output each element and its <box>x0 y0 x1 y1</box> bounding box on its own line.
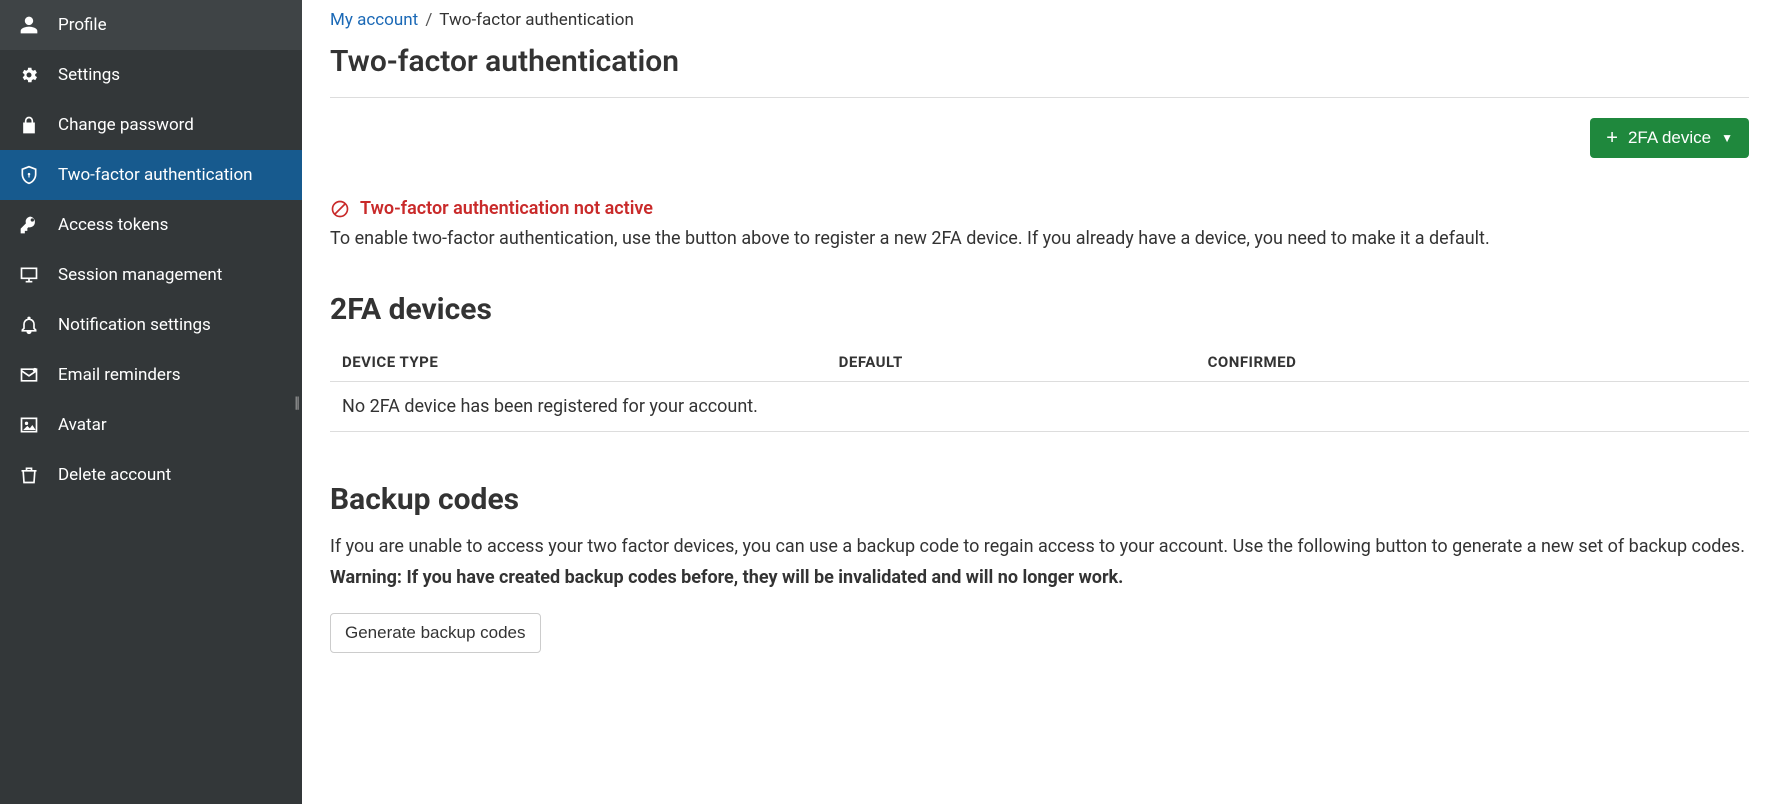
prohibit-icon <box>330 199 350 219</box>
empty-message: No 2FA device has been registered for yo… <box>330 382 1749 432</box>
devices-table: DEVICE TYPE DEFAULT CONFIRMED No 2FA dev… <box>330 343 1749 432</box>
monitor-icon <box>18 264 40 286</box>
sidebar-item-settings[interactable]: Settings <box>0 50 302 100</box>
shield-icon <box>18 164 40 186</box>
sidebar-item-label: Email reminders <box>58 365 181 385</box>
backup-warning: Warning: If you have created backup code… <box>330 564 1749 593</box>
alert-title: Two-factor authentication not active <box>330 198 1749 219</box>
sidebar-item-label: Notification settings <box>58 315 211 335</box>
sidebar-item-label: Change password <box>58 115 194 135</box>
sidebar: Profile Settings Change password Two-fac… <box>0 0 302 804</box>
alert-title-text: Two-factor authentication not active <box>360 198 653 219</box>
col-device-type: DEVICE TYPE <box>330 343 827 382</box>
sidebar-item-profile[interactable]: Profile <box>0 0 302 50</box>
table-row-empty: No 2FA device has been registered for yo… <box>330 382 1749 432</box>
sidebar-item-change-password[interactable]: Change password <box>0 100 302 150</box>
divider <box>330 97 1749 98</box>
sidebar-item-label: Delete account <box>58 465 171 485</box>
sidebar-item-label: Profile <box>58 15 107 35</box>
col-default: DEFAULT <box>827 343 1196 382</box>
sidebar-item-label: Two-factor authentication <box>58 165 253 185</box>
generate-backup-codes-button[interactable]: Generate backup codes <box>330 613 541 653</box>
backup-codes-section: Backup codes If you are unable to access… <box>330 482 1749 653</box>
backup-section-title: Backup codes <box>330 482 1749 517</box>
sidebar-item-access-tokens[interactable]: Access tokens <box>0 200 302 250</box>
col-confirmed: CONFIRMED <box>1196 343 1749 382</box>
main-content: My account / Two-factor authentication T… <box>302 0 1777 804</box>
bell-icon <box>18 314 40 336</box>
sidebar-item-two-factor[interactable]: Two-factor authentication <box>0 150 302 200</box>
add-2fa-device-button[interactable]: + 2FA device ▼ <box>1590 118 1749 158</box>
user-icon <box>18 14 40 36</box>
gear-icon <box>18 64 40 86</box>
breadcrumb-separator: / <box>425 10 432 30</box>
trash-icon <box>18 464 40 486</box>
image-icon <box>18 414 40 436</box>
plus-icon: + <box>1606 128 1618 148</box>
sidebar-item-label: Settings <box>58 65 120 85</box>
add-2fa-device-label: 2FA device <box>1628 128 1711 148</box>
breadcrumb-root-link[interactable]: My account <box>330 10 418 30</box>
mail-icon <box>18 364 40 386</box>
breadcrumb: My account / Two-factor authentication <box>330 10 1749 30</box>
alert-body: To enable two-factor authentication, use… <box>330 225 1749 252</box>
toolbar: + 2FA device ▼ <box>330 118 1749 158</box>
chevron-down-icon: ▼ <box>1721 131 1733 145</box>
key-icon <box>18 214 40 236</box>
sidebar-item-session-management[interactable]: Session management <box>0 250 302 300</box>
backup-description: If you are unable to access your two fac… <box>330 533 1749 562</box>
devices-section-title: 2FA devices <box>330 292 1749 327</box>
sidebar-resize-handle[interactable]: || <box>294 393 298 412</box>
sidebar-item-email-reminders[interactable]: Email reminders <box>0 350 302 400</box>
sidebar-item-delete-account[interactable]: Delete account <box>0 450 302 500</box>
breadcrumb-current: Two-factor authentication <box>439 10 634 30</box>
page-title: Two-factor authentication <box>330 44 1749 79</box>
sidebar-item-label: Access tokens <box>58 215 168 235</box>
sidebar-item-avatar[interactable]: Avatar <box>0 400 302 450</box>
sidebar-item-label: Avatar <box>58 415 107 435</box>
alert-not-active: Two-factor authentication not active To … <box>330 198 1749 252</box>
sidebar-item-label: Session management <box>58 265 222 285</box>
sidebar-item-notification-settings[interactable]: Notification settings <box>0 300 302 350</box>
lock-icon <box>18 114 40 136</box>
